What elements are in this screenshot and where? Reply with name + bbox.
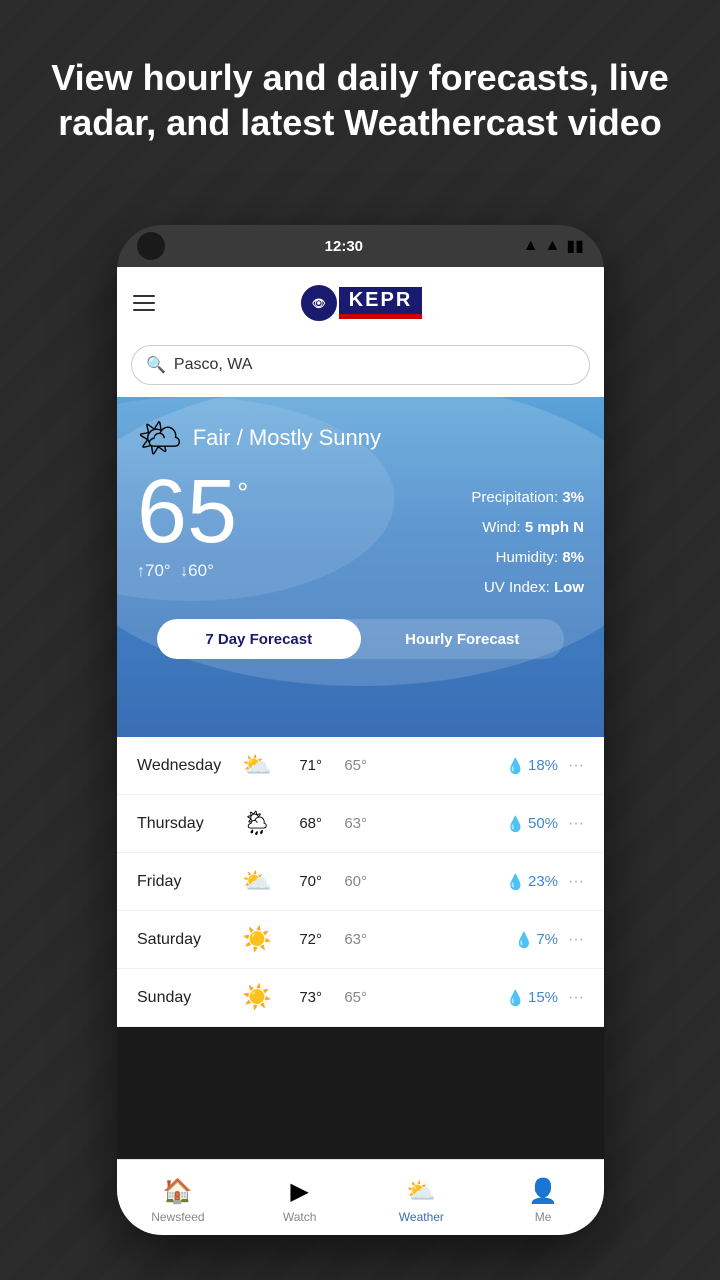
humidity-value: 8%	[562, 549, 584, 566]
search-container: 🔍 Pasco, WA	[117, 339, 604, 397]
forecast-more-button[interactable]: ···	[568, 931, 584, 949]
hourly-tab[interactable]: Hourly Forecast	[361, 619, 565, 659]
forecast-low: 63°	[322, 815, 367, 832]
wifi-icon: ▲	[523, 237, 539, 255]
temperature-block: 65° ↑70° ↓60°	[137, 467, 248, 581]
camera-notch	[137, 232, 165, 260]
forecast-toggle: 7 Day Forecast Hourly Forecast	[157, 619, 564, 659]
forecast-high: 70°	[277, 873, 322, 890]
watch-nav-label: Watch	[283, 1210, 317, 1224]
forecast-high: 71°	[277, 757, 322, 774]
temp-range: ↑70° ↓60°	[137, 561, 248, 581]
temperature-main: 65°	[137, 467, 248, 557]
bottom-nav: 🏠 Newsfeed ▶ Watch ⛅ Weather 👤 Me	[117, 1159, 604, 1235]
high-arrow: ↑	[137, 563, 145, 580]
condition-text: Fair / Mostly Sunny	[193, 425, 381, 451]
forecast-day: Sunday	[137, 989, 237, 1007]
rain-drop-icon: 💧	[506, 815, 525, 833]
forecast-more-button[interactable]: ···	[568, 989, 584, 1007]
forecast-row[interactable]: Saturday ☀️ 72° 63° 💧7% ···	[117, 911, 604, 969]
app-header: 👁 KEPR	[117, 267, 604, 339]
kepr-text: KEPR	[339, 287, 423, 314]
cbs-eye-icon: 👁	[299, 283, 339, 323]
forecast-low: 65°	[322, 989, 367, 1006]
forecast-row[interactable]: Sunday ☀️ 73° 65° 💧15% ···	[117, 969, 604, 1027]
forecast-more-button[interactable]: ···	[568, 815, 584, 833]
tagline: View hourly and daily forecasts, live ra…	[40, 55, 680, 145]
kepr-logo: 👁 KEPR	[299, 283, 423, 323]
low-arrow: ↓	[180, 563, 188, 580]
precipitation-value: 3%	[562, 489, 584, 506]
watch-nav-icon: ▶	[290, 1177, 308, 1206]
phone-shell: 12:30 ▲ ▲ ▮▮ 👁 KEPR 🔍 Pasco, WA 🌤 Fa	[117, 225, 604, 1235]
nav-item-watch[interactable]: ▶ Watch	[239, 1171, 361, 1224]
forecast-row[interactable]: Friday ⛅ 70° 60° 💧23% ···	[117, 853, 604, 911]
rain-drop-icon: 💧	[515, 931, 534, 949]
nav-item-weather[interactable]: ⛅ Weather	[361, 1171, 483, 1224]
precipitation-stat: Precipitation: 3%	[471, 483, 584, 513]
nav-item-newsfeed[interactable]: 🏠 Newsfeed	[117, 1171, 239, 1224]
temp-high: 70°	[145, 561, 171, 580]
wind-stat: Wind: 5 mph N	[471, 513, 584, 543]
search-input[interactable]: Pasco, WA	[174, 356, 253, 374]
forecast-low: 63°	[322, 931, 367, 948]
rain-drop-icon: 💧	[506, 757, 525, 775]
weather-hero: 🌤 Fair / Mostly Sunny 65° ↑70° ↓60° Prec…	[117, 397, 604, 737]
forecast-low: 65°	[322, 757, 367, 774]
forecast-precipitation: 💧23%	[367, 873, 558, 891]
condition-row: 🌤 Fair / Mostly Sunny	[137, 417, 584, 459]
forecast-precipitation: 💧7%	[367, 931, 558, 949]
forecast-weather-icon: ☀️	[237, 925, 277, 954]
weather-stats: Precipitation: 3% Wind: 5 mph N Humidity…	[471, 467, 584, 603]
forecast-precipitation: 💧50%	[367, 815, 558, 833]
forecast-list: Wednesday ⛅ 71° 65° 💧18% ··· Thursday 🌦 …	[117, 737, 604, 1027]
rain-drop-icon: 💧	[506, 873, 525, 891]
forecast-high: 72°	[277, 931, 322, 948]
uv-value: Low	[554, 579, 584, 596]
forecast-day: Friday	[137, 873, 237, 891]
status-icons: ▲ ▲ ▮▮	[523, 236, 584, 256]
status-time: 12:30	[325, 238, 363, 255]
wind-value: 5 mph N	[525, 519, 584, 536]
forecast-precipitation: 💧18%	[367, 757, 558, 775]
temp-stats-row: 65° ↑70° ↓60° Precipitation: 3% Wind: 5 …	[137, 467, 584, 603]
rain-drop-icon: 💧	[506, 989, 525, 1007]
forecast-weather-icon: ☀️	[237, 983, 277, 1012]
humidity-stat: Humidity: 8%	[471, 543, 584, 573]
forecast-row[interactable]: Thursday 🌦 68° 63° 💧50% ···	[117, 795, 604, 853]
weather-nav-label: Weather	[399, 1210, 444, 1224]
forecast-weather-icon: 🌦	[237, 809, 277, 838]
search-bar[interactable]: 🔍 Pasco, WA	[131, 345, 590, 385]
weather-nav-icon: ⛅	[406, 1177, 436, 1206]
forecast-row[interactable]: Wednesday ⛅ 71° 65° 💧18% ···	[117, 737, 604, 795]
forecast-more-button[interactable]: ···	[568, 873, 584, 891]
forecast-day: Thursday	[137, 815, 237, 833]
forecast-low: 60°	[322, 873, 367, 890]
seven-day-tab[interactable]: 7 Day Forecast	[157, 619, 361, 659]
degree-symbol: °	[237, 479, 248, 507]
me-nav-icon: 👤	[528, 1177, 558, 1206]
hamburger-menu[interactable]	[133, 295, 155, 311]
temp-low: 60°	[188, 561, 214, 580]
forecast-more-button[interactable]: ···	[568, 757, 584, 775]
forecast-precipitation: 💧15%	[367, 989, 558, 1007]
search-icon: 🔍	[146, 355, 166, 375]
me-nav-label: Me	[535, 1210, 552, 1224]
newsfeed-nav-icon: 🏠	[163, 1177, 193, 1206]
uv-stat: UV Index: Low	[471, 573, 584, 603]
forecast-weather-icon: ⛅	[237, 867, 277, 896]
kepr-red-bar	[339, 314, 423, 319]
status-bar: 12:30 ▲ ▲ ▮▮	[117, 225, 604, 267]
forecast-day: Wednesday	[137, 757, 237, 775]
forecast-high: 68°	[277, 815, 322, 832]
newsfeed-nav-label: Newsfeed	[151, 1210, 204, 1224]
forecast-high: 73°	[277, 989, 322, 1006]
signal-icon: ▲	[545, 237, 561, 255]
condition-icon: 🌤	[137, 417, 183, 459]
nav-item-me[interactable]: 👤 Me	[482, 1171, 604, 1224]
forecast-day: Saturday	[137, 931, 237, 949]
battery-icon: ▮▮	[566, 236, 584, 256]
forecast-weather-icon: ⛅	[237, 751, 277, 780]
temperature-value: 65	[137, 467, 237, 557]
